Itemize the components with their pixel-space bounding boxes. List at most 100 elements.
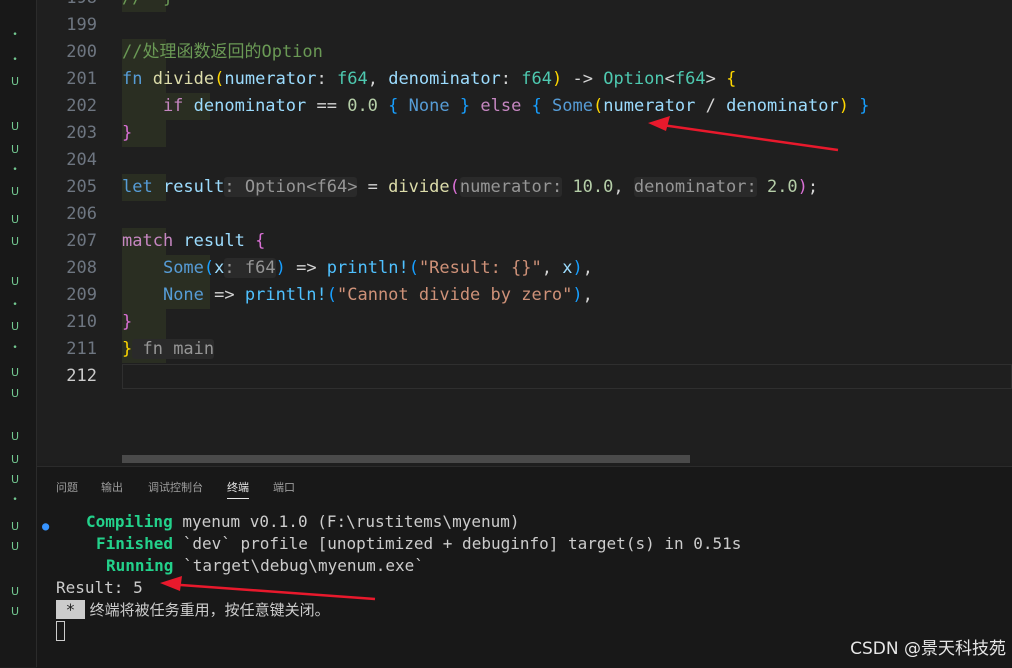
line-number: 199 [66,15,97,35]
code-token: numerator [224,69,317,89]
code-text[interactable]: match result { [122,228,265,255]
code-token: -> [562,69,604,89]
code-line[interactable]: 205 let result: Option<f64> = divide(nume… [37,174,1012,201]
code-line[interactable]: 212 [37,363,1012,390]
code-token: divide [388,177,450,197]
code-line[interactable]: 204 [37,147,1012,174]
code-token: println! [326,258,409,278]
code-line[interactable]: 202 if denominator == 0.0 { None } else … [37,93,1012,120]
git-change-dot-icon: • [12,165,18,175]
git-change-dot-icon: • [12,300,18,310]
tab-problems[interactable]: 问题 [56,479,78,495]
code-text[interactable]: } [122,309,132,336]
code-line[interactable]: 199 [37,12,1012,39]
horizontal-scrollbar[interactable] [122,455,690,463]
watermark-text: CSDN @景天科技苑 [850,639,1006,659]
tab-terminal[interactable]: 终端 [227,479,249,499]
code-token: 0.0 [347,96,378,116]
code-token: } [122,123,133,143]
code-token: ) [572,285,583,305]
code-text[interactable]: Some(x: f64) => println!("Result: {}", x… [122,255,593,282]
line-number: 203 [66,123,97,143]
inlay-hint: numerator: [459,177,563,197]
code-token: None [408,96,450,116]
code-token: ) [275,258,286,278]
terminal-cursor [56,621,65,641]
inlay-hint: fn main [132,339,215,359]
code-token: x [562,258,573,278]
code-line[interactable]: 208 Some(x: f64) => println!("Result: {}… [37,255,1012,282]
code-text[interactable]: } [122,120,132,147]
tab-ports[interactable]: 端口 [273,479,295,495]
code-token: result [183,231,245,251]
line-number: 200 [66,42,97,62]
line-number: 202 [66,96,97,116]
tab-debug-console[interactable]: 调试控制台 [148,479,203,495]
code-line[interactable]: 211} fn main [37,336,1012,363]
terminal-line-compiling: Compiling myenum v0.1.0 (F:\rustitems\my… [86,512,520,531]
line-number: 211 [66,339,97,359]
code-token: ; [807,177,819,197]
code-token: ) [838,96,849,116]
git-untracked-marker: U [10,235,20,248]
code-token: fn [122,69,153,89]
code-token: ) [572,258,583,278]
code-text[interactable]: None => println!("Cannot divide by zero"… [122,282,593,309]
code-text[interactable]: //处理函数返回的Option [122,39,323,66]
code-token: ( [203,258,215,278]
code-text[interactable]: // } [122,0,173,12]
code-line[interactable]: 203} [37,120,1012,147]
code-line[interactable]: 201 fn divide(numerator: f64, denominator… [37,66,1012,93]
code-token: denominator [388,69,501,89]
inlay-hint: : Option<f64> [224,177,358,197]
code-token: ( [214,69,225,89]
code-line[interactable]: 200 //处理函数返回的Option [37,39,1012,66]
code-token: // } [122,0,173,8]
line-number: 205 [66,177,97,197]
code-text[interactable]: } fn main [122,336,215,363]
code-line[interactable]: 206 [37,201,1012,228]
code-token: Some [162,258,204,278]
code-token: , [582,258,593,278]
code-token: Some [552,96,593,116]
code-line[interactable]: 207 match result { [37,228,1012,255]
code-line[interactable]: 209 None => println!("Cannot divide by z… [37,282,1012,309]
code-token: if [122,96,194,116]
line-number: 210 [66,312,97,332]
terminal-status-dot-icon: ● [42,519,50,533]
code-token: ( [449,177,460,197]
terminal-line-reuse: * 终端将被任务重用，按任意键关闭。 [56,600,330,619]
code-line[interactable]: 210} [37,309,1012,336]
code-text[interactable]: let result: Option<f64> = divide(numerat… [122,174,818,201]
code-token: = [357,177,389,197]
code-token: } [122,339,133,359]
inlay-hint: : f64 [224,258,276,278]
code-token: None [162,285,204,305]
code-text[interactable]: if denominator == 0.0 { None } else { So… [122,93,870,120]
code-token: { [531,96,542,116]
code-token: < [664,69,675,89]
code-token: , [582,285,593,305]
git-change-dot-icon: • [12,495,18,505]
code-token: x [214,258,225,278]
code-token: : [316,69,337,89]
git-untracked-marker: U [10,213,20,226]
code-line[interactable]: 198 // } [37,0,1012,12]
tab-output[interactable]: 输出 [101,479,123,495]
code-token: : [500,69,522,89]
code-token: { [388,96,399,116]
code-editor[interactable]: 198 // } 199 200 //处理函数返回的Option 201 fn divide… [37,0,1012,463]
code-token: => [285,258,327,278]
git-untracked-marker: U [10,605,20,618]
code-token: => [203,285,245,305]
terminal-line-running: Running `target\debug\myenum.exe` [106,556,424,575]
code-token: else [470,96,532,116]
reuse-star-marker: * [56,600,85,619]
code-text[interactable]: fn divide(numerator: f64, denominator: f… [122,66,736,93]
code-token: result [162,177,225,197]
